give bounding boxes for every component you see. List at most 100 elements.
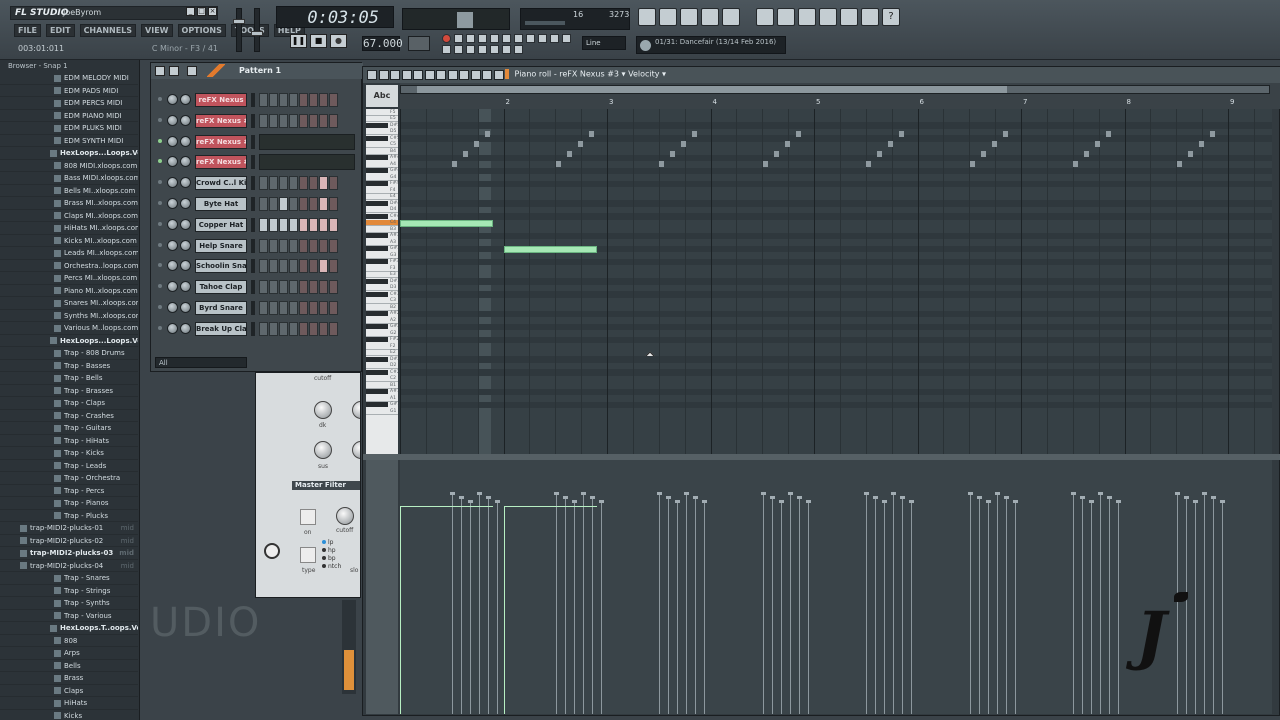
black-key[interactable]	[366, 324, 388, 330]
channel-name-button[interactable]: reFX Nexus #4	[195, 155, 247, 170]
channel-pan-knob[interactable]	[167, 177, 178, 189]
stamp-icon[interactable]	[482, 70, 492, 80]
blend-icon[interactable]	[514, 34, 523, 43]
velocity-handle[interactable]	[571, 500, 577, 503]
channel-row[interactable]: reFX Nexus #4	[151, 153, 363, 171]
channel-volume-knob[interactable]	[180, 322, 191, 334]
step-button[interactable]	[299, 113, 308, 128]
channel-pan-knob[interactable]	[167, 218, 178, 230]
snap-icon[interactable]	[526, 34, 535, 43]
black-key[interactable]	[366, 135, 388, 141]
channel-row[interactable]: Crowd C..l Kick	[151, 174, 363, 192]
browser-item[interactable]: Trap - Synths	[0, 597, 138, 610]
close-icon[interactable]: ×	[208, 7, 217, 16]
playback-icon[interactable]	[470, 70, 481, 80]
channel-name-button[interactable]: Schoolin Snare	[195, 259, 247, 274]
scroll-thumb[interactable]	[344, 650, 354, 690]
velocity-handle[interactable]	[468, 500, 473, 503]
step-button[interactable]	[309, 321, 318, 336]
velocity-handle[interactable]	[693, 496, 698, 499]
velocity-handle[interactable]	[1012, 500, 1018, 503]
channel-select-bar[interactable]	[251, 113, 255, 128]
decay-knob[interactable]	[314, 401, 332, 419]
metronome-icon[interactable]	[454, 34, 463, 43]
velocity-stem[interactable]	[1082, 498, 1083, 714]
playlist-icon[interactable]	[638, 8, 656, 26]
velocity-stem[interactable]	[884, 502, 885, 714]
browser-item[interactable]: trap-MIDI2-plucks-03 mid	[0, 547, 138, 560]
step-button[interactable]	[259, 301, 268, 315]
velocity-handle[interactable]	[657, 492, 662, 495]
step-button[interactable]	[259, 321, 268, 336]
channel-name-button[interactable]: Byrd Snare	[195, 301, 247, 315]
black-key[interactable]	[366, 389, 388, 395]
velocity-stem[interactable]	[1005, 498, 1007, 714]
brush-icon[interactable]	[401, 70, 412, 80]
filter-type-option[interactable]: lp	[322, 539, 333, 546]
step-button[interactable]	[289, 176, 298, 191]
step-button[interactable]	[259, 93, 268, 107]
channel-select-bar[interactable]	[251, 155, 255, 170]
velocity-stem[interactable]	[780, 502, 782, 714]
velocity-handle[interactable]	[1003, 496, 1009, 499]
browser-item[interactable]: HiHats	[0, 697, 138, 710]
step-button[interactable]	[279, 197, 288, 211]
help-icon[interactable]: ?	[882, 8, 900, 26]
typing-keyboard-icon[interactable]	[550, 34, 559, 43]
channel-led-icon[interactable]	[158, 242, 162, 247]
step-button[interactable]	[319, 176, 328, 191]
black-key[interactable]	[366, 369, 388, 375]
velocity-stem[interactable]	[1212, 498, 1214, 714]
velocity-stem[interactable]	[1194, 502, 1196, 714]
channel-volume-knob[interactable]	[180, 114, 191, 126]
news-panel[interactable]: 01/31: Dancefair (13/14 Feb 2016)	[636, 36, 786, 54]
velocity-stem[interactable]	[555, 494, 557, 714]
step-button[interactable]	[289, 197, 298, 211]
browser-item[interactable]: Arps	[0, 647, 138, 660]
channel-name-button[interactable]: Copper Hat	[195, 217, 247, 232]
velocity-stem[interactable]	[1118, 502, 1119, 714]
step-button[interactable]	[319, 238, 328, 253]
step-button[interactable]	[319, 259, 328, 274]
browser-item[interactable]: Claps	[0, 685, 138, 697]
black-key[interactable]	[366, 200, 388, 206]
filter-cutoff-knob[interactable]	[336, 507, 354, 525]
channel-row[interactable]: Schoolin Snare	[151, 257, 363, 275]
step-button[interactable]	[309, 301, 318, 315]
browser-item[interactable]: Kicks	[0, 710, 138, 720]
velocity-handle[interactable]	[864, 492, 869, 495]
step-button[interactable]	[329, 176, 338, 191]
velocity-stem[interactable]	[479, 494, 480, 714]
browser-item[interactable]: EDM MELODY MIDI	[0, 72, 138, 85]
browser-item[interactable]: Trap - Guitars	[0, 422, 138, 435]
power-icon[interactable]	[264, 543, 280, 559]
mute-icon[interactable]	[424, 70, 435, 80]
step-button[interactable]	[299, 93, 308, 107]
maximize-icon[interactable]: □	[197, 7, 206, 16]
step-button[interactable]	[279, 280, 288, 295]
velocity-stem[interactable]	[452, 494, 453, 714]
tempo-display[interactable]: 67.000	[362, 36, 403, 51]
channel-name-button[interactable]: Help Snare	[195, 238, 247, 253]
browser-item[interactable]: Trap - Brasses	[0, 385, 138, 397]
step-button[interactable]	[269, 321, 278, 336]
step-button[interactable]	[329, 301, 338, 315]
strum-icon[interactable]	[502, 45, 511, 54]
velocity-stem[interactable]	[866, 494, 867, 714]
velocity-stem[interactable]	[1221, 502, 1223, 714]
browser-item[interactable]: Brass MI..xloops.com	[0, 197, 138, 210]
browser-item[interactable]: 808 MIDI.xloops.com	[0, 160, 138, 172]
channel-row[interactable]: reFX Nexus #2	[151, 112, 363, 130]
midi-note[interactable]	[503, 245, 597, 253]
browser-item[interactable]: Trap - HiHats	[0, 435, 138, 447]
browser-item[interactable]: 808	[0, 635, 138, 647]
scroll-thumb[interactable]	[417, 86, 1007, 93]
step-button[interactable]	[299, 238, 308, 253]
tools-icon[interactable]	[819, 8, 837, 26]
step-button[interactable]	[289, 301, 298, 315]
browser-item[interactable]: Trap - Bells	[0, 372, 138, 385]
velocity-handle[interactable]	[1071, 492, 1076, 495]
black-key[interactable]	[366, 181, 388, 187]
browser-item[interactable]: Bells	[0, 660, 138, 672]
browser-item[interactable]: HexLoops...Loops.Vol2	[0, 335, 138, 347]
